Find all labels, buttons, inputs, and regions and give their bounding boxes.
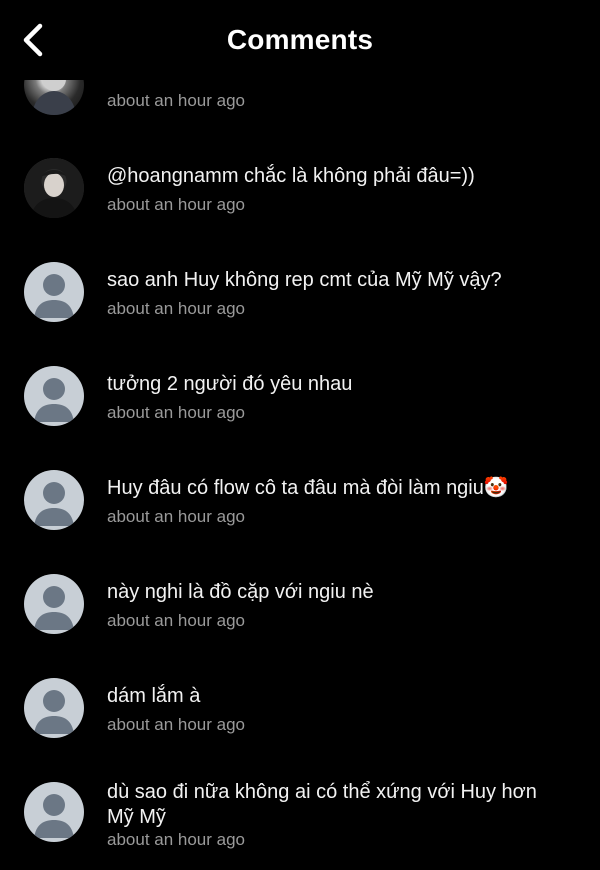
header-bar: Comments (0, 0, 600, 80)
comment-item[interactable]: tưởng 2 người đó yêu nhau about an hour … (0, 366, 600, 436)
comment-text: dám lắm à (107, 685, 201, 707)
comment-time: about an hour ago (107, 830, 246, 849)
page-title: Comments (226, 24, 374, 55)
comment-time: about an hour ago (107, 91, 246, 110)
comment-item[interactable]: @hoangnamm chắc là không phải đâu=)) abo… (0, 158, 600, 228)
comment-text: Huy đâu có flow cô ta đâu mà đòi làm ngi… (107, 477, 509, 499)
comment-time: about an hour ago (107, 507, 246, 526)
comment-item[interactable]: dù sao đi nữa không ai có thể xứng với H… (0, 781, 600, 870)
comment-time: about an hour ago (107, 403, 246, 422)
user-avatar[interactable] (24, 158, 84, 218)
comment-text: tưởng 2 người đó yêu nhau (107, 373, 353, 395)
comments-list[interactable]: about an hour ago @hoangnamm chắc là khô… (0, 0, 600, 870)
comment-item[interactable]: Huy đâu có flow cô ta đâu mà đòi làm ngi… (0, 470, 600, 540)
default-avatar-icon[interactable] (24, 262, 84, 322)
comment-text: sao anh Huy không rep cmt của Mỹ Mỹ vậy? (107, 269, 502, 291)
comment-text: @hoangnamm chắc là không phải đâu=)) (107, 165, 475, 187)
default-avatar-icon[interactable] (24, 678, 84, 738)
default-avatar-icon[interactable] (24, 470, 84, 530)
comment-time: about an hour ago (107, 195, 246, 214)
comment-time: about an hour ago (107, 611, 246, 630)
comment-item[interactable]: sao anh Huy không rep cmt của Mỹ Mỹ vậy?… (0, 262, 600, 332)
comment-item[interactable]: dám lắm à about an hour ago (0, 678, 600, 748)
comment-text: này nghi là đồ cặp với ngiu nè (107, 581, 374, 603)
avatar-photo-icon (24, 158, 84, 218)
default-avatar-icon[interactable] (24, 366, 84, 426)
comment-text: dù sao đi nữa không ai có thể xứng với H… (107, 781, 537, 828)
comment-time: about an hour ago (107, 299, 246, 318)
default-avatar-icon[interactable] (24, 574, 84, 634)
default-avatar-icon[interactable] (24, 782, 84, 842)
comment-time: about an hour ago (107, 715, 246, 734)
comment-item[interactable]: này nghi là đồ cặp với ngiu nè about an … (0, 574, 600, 644)
